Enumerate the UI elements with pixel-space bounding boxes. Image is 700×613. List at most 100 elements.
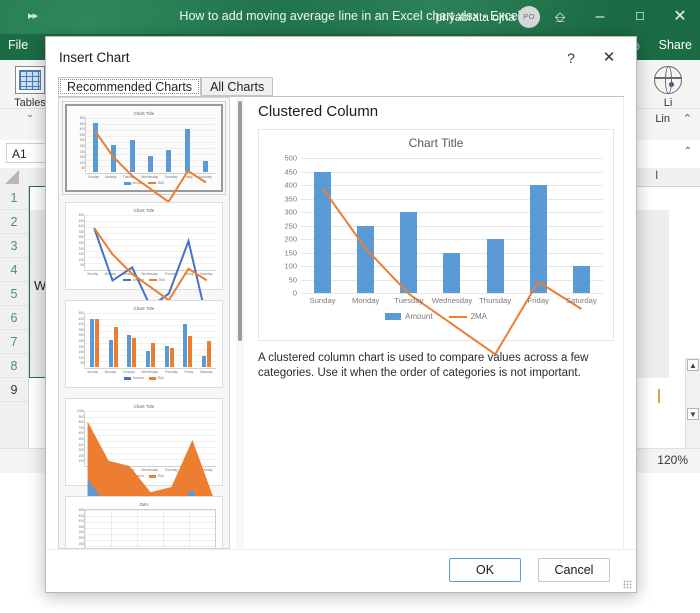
thumbnail-plot: 500 450 400 350 300 250 200 [79, 508, 216, 549]
y-tick: 450 [284, 167, 297, 176]
thumbnail-y-axis: 500 450 400 350 300 250 200 150 100 50 [78, 311, 84, 366]
x-tick: Thursday [479, 296, 512, 305]
resize-grip[interactable] [623, 580, 632, 589]
select-all-corner[interactable] [5, 170, 19, 184]
thumbnail-y-axis: 500 450 400 350 300 250 200 150 100 50 [79, 116, 85, 171]
row-header-4[interactable]: 4 [0, 258, 28, 282]
legend-label: Amount [404, 312, 433, 321]
scroll-up-button[interactable]: ▲ [687, 359, 699, 371]
list-item[interactable]: 2MA 500 450 400 350 300 250 200 [65, 496, 223, 549]
x-tick: Monday [352, 296, 380, 305]
preview-chart: Chart Title 500 450 400 350 300 250 200 … [258, 129, 614, 341]
recommended-chart-list[interactable]: Chart Title 500 450 400 350 300 250 200 150 100 5… [58, 97, 230, 549]
x-tick: Sunday [309, 296, 336, 305]
row-header-2[interactable]: 2 [0, 210, 28, 234]
thumbnail-title: Chart Title [133, 208, 155, 213]
table-icon[interactable] [15, 66, 45, 94]
y-tick: 400 [284, 180, 297, 190]
text-cursor [658, 389, 660, 403]
chart-legend: Amount 2MA [259, 312, 613, 321]
y-tick: 150 [284, 248, 297, 257]
column-header-i[interactable]: I [655, 168, 658, 182]
ribbon-display-options-icon[interactable]: ⎒ [540, 0, 580, 34]
thumbnail-plot: 500 450 400 350 300 250 200 150 100 50 [79, 213, 216, 269]
legend-line-swatch [448, 315, 467, 318]
thumbnail-y-axis: 500 450 400 350 300 250 200 150 100 50 [78, 213, 84, 268]
share-button[interactable]: Share [659, 38, 692, 52]
collapse-ribbon-icon[interactable]: ⌃ [683, 112, 692, 125]
minimize-button[interactable]: – [580, 0, 620, 34]
title-bar: quick-access-chevrons ▸▸ How to add movi… [0, 0, 700, 34]
row-header-7[interactable]: 7 [0, 330, 28, 354]
thumbnail-scatter-points [85, 510, 215, 549]
row-header-column: 1 2 3 4 5 6 7 8 9 [0, 186, 29, 453]
dialog-footer: OK Cancel [46, 549, 636, 592]
dialog-tabs: Recommended Charts All Charts [58, 77, 274, 97]
x-tick: Wednesday [431, 296, 473, 305]
chart-plot-area: 500 450 400 350 300 250 200 150 100 50 0 [284, 154, 603, 293]
chart-line-path [323, 188, 582, 354]
thumbnail-plot: 500 450 400 350 300 250 200 150 100 50 [79, 311, 216, 367]
dialog-body: Chart Title 500 450 400 350 300 250 200 150 100 5… [58, 97, 624, 587]
legend-item-amount: Amount [384, 312, 433, 321]
links-group-title: Lin [655, 113, 670, 125]
user-name[interactable]: priyabrata ojha [436, 10, 515, 24]
zoom-level[interactable]: 120% [657, 453, 688, 467]
chart-x-axis: Sunday Monday Tuesday Wednesday Thursday Frid… [301, 296, 603, 305]
chart-preview-pane: Clustered Column Chart Title 500 450 400… [250, 97, 624, 549]
y-tick: 100 [284, 261, 297, 271]
avatar[interactable]: PO [518, 6, 540, 28]
chart-y-axis: 500 450 400 350 300 250 200 150 100 50 0 [261, 154, 297, 298]
row-header-6[interactable]: 6 [0, 306, 28, 330]
thumbnail-legend: Amount 2MA [70, 376, 218, 380]
legend-label: 2MA [470, 312, 488, 321]
scrollbar-thumb[interactable] [238, 101, 242, 341]
preview-description: A clustered column chart is used to comp… [258, 352, 589, 379]
x-tick: Friday [527, 296, 549, 305]
ok-button[interactable]: OK [449, 558, 521, 582]
row-header-1[interactable]: 1 [0, 186, 28, 210]
x-tick: Tuesday [394, 296, 424, 305]
dialog-close-icon[interactable]: ✕ [597, 46, 621, 70]
preview-heading: Clustered Column [258, 103, 379, 120]
tab-file[interactable]: File [8, 38, 28, 52]
help-icon[interactable]: ? [559, 46, 583, 70]
thumbnail-title: 2MA [139, 502, 149, 507]
legend-swatch [384, 313, 401, 320]
tab-all-charts[interactable]: All Charts [201, 77, 274, 96]
y-tick: 250 [284, 221, 297, 230]
thumbnail-y-axis: 500 450 400 350 300 250 200 [78, 508, 84, 546]
thumbnail-list-scrollbar[interactable] [236, 97, 244, 549]
maximize-button[interactable]: ☐ [620, 0, 660, 34]
expand-formula-bar-icon[interactable]: ⌃ [684, 146, 692, 157]
scroll-down-button[interactable]: ▼ [687, 408, 699, 420]
insert-chart-dialog: Insert Chart ? ✕ Recommended Charts All C… [45, 36, 637, 593]
close-button[interactable]: ✕ [660, 0, 700, 34]
y-tick: 500 [284, 153, 297, 163]
globe-icon[interactable] [654, 66, 682, 94]
row-header-3[interactable]: 3 [0, 234, 28, 258]
y-tick: 200 [284, 234, 297, 244]
list-item[interactable]: Chart Title 500 450 400 350 300 250 200 150 100 5… [65, 202, 223, 290]
thumbnail-title: Chart Title [133, 111, 155, 116]
row-header-5[interactable]: 5 [0, 282, 28, 306]
y-tick: 0 [292, 288, 297, 298]
list-item[interactable]: Chart Title 500 450 400 350 300 250 200 150 100 5… [65, 300, 223, 388]
dialog-title: Insert Chart [59, 50, 130, 65]
thumbnail-title: Chart Title [133, 404, 155, 409]
row-header-8[interactable]: 8 [0, 354, 28, 378]
list-item[interactable]: Chart Title 1000 900 800 700 600 500 400 300 200… [65, 398, 223, 542]
vertical-scrollbar[interactable]: ▲ ▼ [685, 358, 700, 453]
thumbnail-x-axis: SundayMondayTuesdayWednesdayThursdayFrid… [84, 368, 216, 374]
list-item[interactable]: Chart Title 500 450 400 350 300 250 200 150 100 5… [62, 101, 226, 192]
thumbnail-y-axis: 1000 900 800 700 600 500 400 300 200 100 [76, 409, 84, 464]
y-tick: 50 [288, 275, 297, 284]
row-header-9[interactable]: 9 [0, 378, 28, 402]
cancel-button[interactable]: Cancel [538, 558, 610, 582]
y-tick: 300 [284, 207, 297, 217]
tab-recommended-charts[interactable]: Recommended Charts [58, 77, 202, 96]
x-tick: Saturday [566, 296, 597, 305]
chart-moving-average-line [301, 158, 603, 460]
ribbon-group-links[interactable]: Li [642, 64, 694, 109]
thumbnail-plot: 500 450 400 350 300 250 200 150 100 50 [80, 116, 215, 172]
